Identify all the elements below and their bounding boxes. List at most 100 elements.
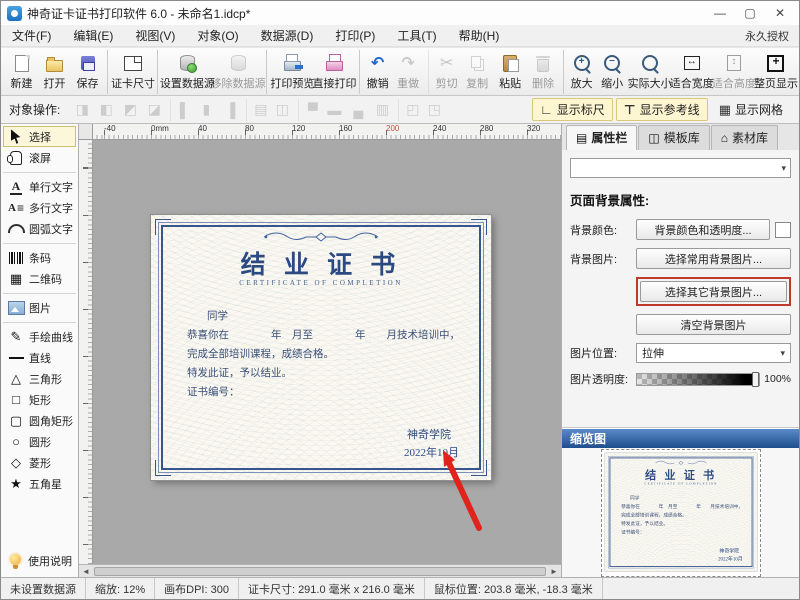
palette-tool[interactable]: ▢ 圆角矩形 (3, 410, 76, 431)
toolbar-button[interactable]: 删除 (527, 50, 560, 94)
single-text-icon (6, 178, 26, 195)
toolbar-button[interactable]: 适合高度 (713, 50, 755, 94)
thumbnail-preview[interactable]: 结 业 证 书 CERTIFICATE OF COMPLETION 同学 恭喜你… (602, 450, 760, 576)
menu-item[interactable]: 编辑(E) (62, 25, 124, 46)
toolbar-button[interactable]: ✂ 剪切 (428, 50, 461, 94)
view-toggle-button[interactable]: ∟ 显示标尺 (532, 98, 613, 121)
palette-tool[interactable]: 多行文字 (3, 197, 76, 218)
toolbar-button[interactable]: 实际大小 (629, 50, 671, 94)
object-op-button[interactable]: ▬ (322, 99, 346, 121)
palette-tool[interactable] (3, 239, 76, 244)
toolbar-button[interactable]: 设置数据源 (157, 50, 213, 94)
certificate-salutation: 同学 (207, 307, 465, 326)
object-op-button[interactable]: ◳ (422, 99, 446, 121)
design-canvas[interactable]: 结 业 证 书 CERTIFICATE OF COMPLETION 同学 恭喜你… (93, 140, 561, 564)
object-op-button[interactable]: ▄ (346, 99, 370, 121)
object-op-button[interactable]: ◧ (94, 99, 118, 121)
align-middle-icon: ▬ (327, 102, 341, 118)
panel-tab[interactable]: ▤ 属性栏 (566, 125, 637, 150)
toolbar-button[interactable]: 粘贴 (494, 50, 527, 94)
palette-tool[interactable]: 条码 (3, 247, 76, 268)
object-op-button[interactable]: ▮ (194, 99, 218, 121)
object-op-button[interactable]: ▀ (298, 99, 322, 121)
choose-other-bg-button[interactable]: 选择其它背景图片... (640, 281, 787, 302)
toolbar-button[interactable]: 适合宽度 (671, 50, 713, 94)
panel-tab[interactable]: ⌂ 素材库 (711, 125, 778, 150)
object-op-button[interactable]: ◪ (142, 99, 166, 121)
palette-tool[interactable]: ★ 五角星 (3, 473, 76, 494)
palette-tool[interactable]: ✎ 手绘曲线 (3, 326, 76, 347)
object-op-button[interactable]: ◫ (270, 99, 294, 121)
toolbar-button[interactable]: 证卡尺寸 (107, 50, 154, 94)
menu-item[interactable]: 视图(V) (124, 25, 186, 46)
image-position-select[interactable]: 拉伸 ▾ (636, 343, 791, 363)
opacity-value: 100% (764, 373, 791, 385)
palette-tool[interactable]: 图片 (3, 297, 76, 318)
toolbar-button[interactable]: 移除数据源 (213, 50, 264, 94)
certificate-page[interactable]: 结 业 证 书 CERTIFICATE OF COMPLETION 同学 恭喜你… (151, 215, 491, 480)
palette-tool[interactable]: ◇ 菱形 (3, 452, 76, 473)
palette-tool[interactable]: 选择 (3, 126, 76, 147)
horizontal-scrollbar[interactable]: ◄ ► (79, 564, 561, 577)
view-toggle-button[interactable]: ▦ 显示网格 (711, 98, 791, 121)
object-op-button[interactable]: ▥ (370, 99, 394, 121)
palette-tool[interactable] (3, 168, 76, 173)
object-op-button[interactable]: ◰ (398, 99, 422, 121)
object-selector-dropdown[interactable]: ▾ (570, 158, 791, 178)
bulb-icon (6, 552, 24, 570)
panel-tab[interactable]: ◫ 模板库 (638, 125, 709, 150)
scroll-left-icon[interactable]: ◄ (79, 567, 93, 576)
menu-item[interactable]: 打印(P) (324, 25, 386, 46)
menu-item[interactable]: 对象(O) (186, 25, 249, 46)
maximize-button[interactable]: ▢ (735, 2, 765, 24)
minimize-button[interactable]: — (705, 2, 735, 24)
scrollbar-thumb[interactable] (94, 567, 546, 576)
toolbar-button[interactable]: 新建 (5, 50, 38, 94)
menu-item[interactable]: 文件(F) (1, 25, 62, 46)
scroll-right-icon[interactable]: ► (547, 567, 561, 576)
close-button[interactable]: ✕ (765, 2, 795, 24)
menu-item[interactable]: 工具(T) (386, 25, 447, 46)
toolbar-button[interactable]: 直接打印 (313, 50, 355, 94)
palette-tool[interactable]: ▦ 二维码 (3, 268, 76, 289)
toolbar-button[interactable]: 打印预览 (266, 50, 313, 94)
circle-icon: ○ (6, 433, 26, 450)
vertical-spacing-icon: ▥ (376, 101, 389, 118)
toolbar-button[interactable]: ↷ 重做 (392, 50, 425, 94)
toolbar-button[interactable]: 打开 (38, 50, 71, 94)
menu-item[interactable]: 数据源(D) (250, 25, 325, 46)
bg-color-swatch[interactable] (775, 222, 791, 238)
direct-print-icon (324, 52, 346, 74)
toolbar-button[interactable]: 保存 (71, 50, 104, 94)
toolbar-button[interactable]: 整页显示 (755, 50, 797, 94)
palette-tool[interactable]: □ 矩形 (3, 389, 76, 410)
palette-tool[interactable]: 圆弧文字 (3, 218, 76, 239)
bg-image-label: 背景图片: (570, 251, 636, 267)
object-op-button[interactable]: ◨ (70, 99, 94, 121)
redo-icon: ↷ (397, 52, 419, 74)
object-op-button[interactable]: ▌ (170, 99, 194, 121)
object-op-button[interactable]: ▤ (246, 99, 270, 121)
view-toggle-button[interactable]: ⊤ 显示参考线 (616, 98, 708, 121)
toolbar-button[interactable]: 复制 (461, 50, 494, 94)
object-op-button[interactable]: ◩ (118, 99, 142, 121)
toolbar-button[interactable]: 缩小 (596, 50, 629, 94)
palette-tool[interactable] (3, 289, 76, 294)
palette-tool[interactable]: ○ 圆形 (3, 431, 76, 452)
palette-tool[interactable]: 直线 (3, 347, 76, 368)
slider-handle[interactable] (752, 372, 759, 387)
ruler-corner (79, 124, 93, 140)
palette-tool[interactable]: 滚屏 (3, 147, 76, 168)
choose-common-bg-button[interactable]: 选择常用背景图片... (636, 248, 791, 269)
help-button[interactable]: 使用说明 (3, 547, 76, 575)
palette-tool[interactable]: △ 三角形 (3, 368, 76, 389)
clear-bg-button[interactable]: 清空背景图片 (636, 314, 791, 335)
object-op-button[interactable]: ▐ (218, 99, 242, 121)
bg-color-button[interactable]: 背景颜色和透明度... (636, 219, 770, 240)
palette-tool[interactable]: 单行文字 (3, 176, 76, 197)
menu-item[interactable]: 帮助(H) (448, 25, 511, 46)
toolbar-button[interactable]: ↶ 撤销 (359, 50, 392, 94)
opacity-slider[interactable] (636, 373, 760, 386)
toolbar-button[interactable]: 放大 (563, 50, 596, 94)
palette-tool[interactable] (3, 318, 76, 323)
